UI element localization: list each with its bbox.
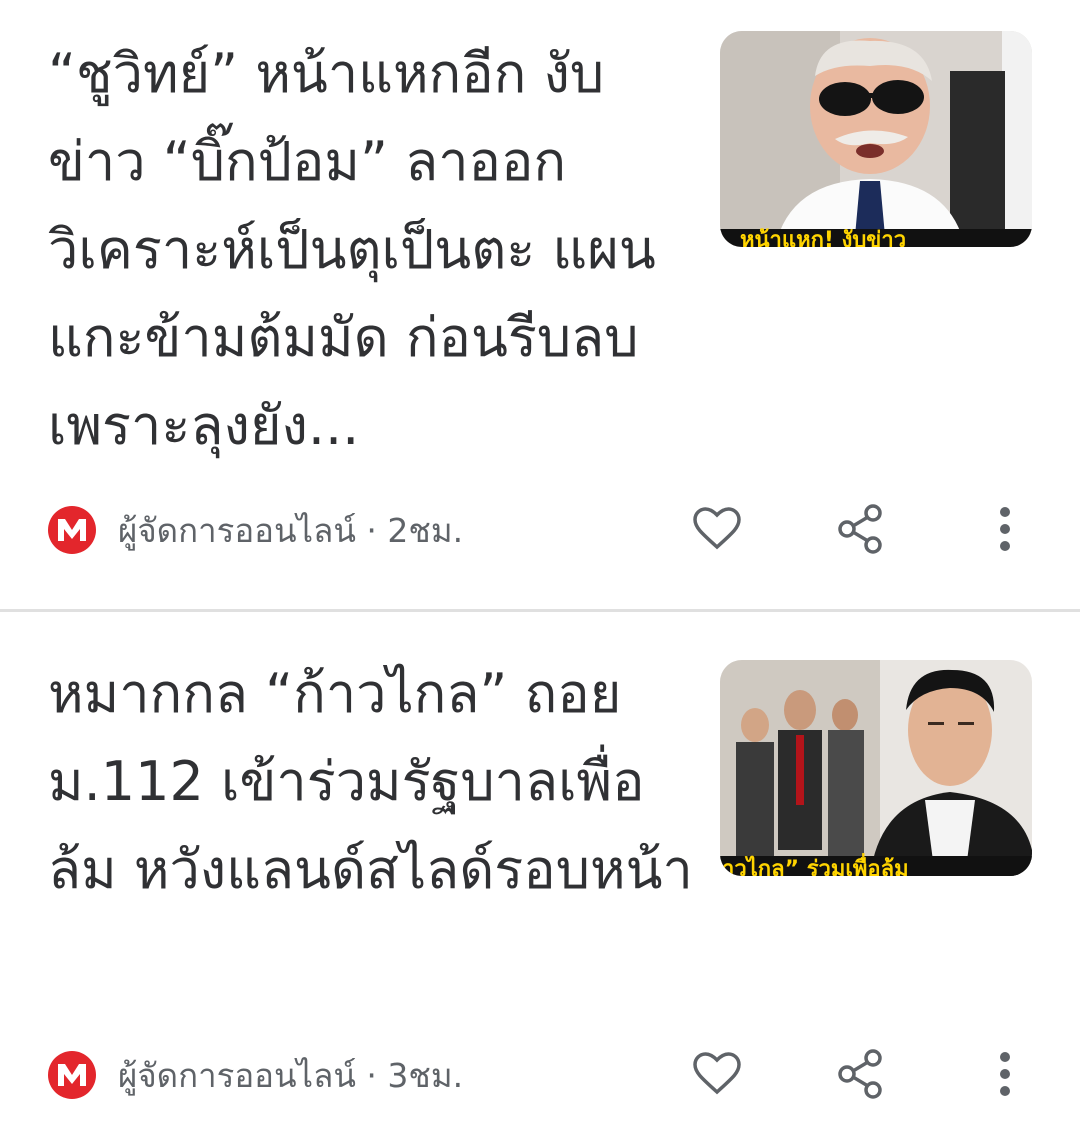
headline[interactable]: หมากกล “ก้าวไกล” ถอย ม.112 เข้าร่วมรัฐบา… <box>48 650 698 914</box>
share-icon <box>838 1049 882 1099</box>
thumbnail-image[interactable]: าวไกล” ร่วมเพื่อล้ม <box>720 660 1032 876</box>
thumbnail-image[interactable]: หน้าแหก! งับข่าว <box>720 31 1032 247</box>
news-card[interactable]: “ชูวิทย์” หน้าแหกอีก งับข่าว “บิ๊กป้อม” … <box>0 0 1080 610</box>
like-button[interactable] <box>687 1044 747 1104</box>
more-options-button[interactable] <box>975 499 1035 559</box>
meta-separator: · <box>366 510 377 550</box>
publish-time: 2ชม. <box>387 510 464 550</box>
share-button[interactable] <box>830 499 890 559</box>
more-vert-icon <box>1000 1052 1010 1096</box>
publish-time: 3ชม. <box>387 1055 464 1095</box>
news-card[interactable]: หมากกล “ก้าวไกล” ถอย ม.112 เข้าร่วมรัฐบา… <box>0 612 1080 1148</box>
article-meta[interactable]: ผู้จัดการออนไลน์ · 2ชม. <box>48 502 463 558</box>
heart-outline-icon <box>693 507 741 550</box>
share-icon <box>838 504 882 554</box>
svg-text:หน้าแหก! งับข่าว: หน้าแหก! งับข่าว <box>740 228 906 247</box>
publisher-logo <box>48 506 96 554</box>
like-button[interactable] <box>687 499 747 559</box>
share-button[interactable] <box>830 1044 890 1104</box>
publisher-name: ผู้จัดการออนไลน์ <box>118 1055 356 1095</box>
article-meta[interactable]: ผู้จัดการออนไลน์ · 3ชม. <box>48 1047 463 1103</box>
publisher-logo <box>48 1051 96 1099</box>
publisher-name: ผู้จัดการออนไลน์ <box>118 510 356 550</box>
heart-outline-icon <box>693 1052 741 1095</box>
more-vert-icon <box>1000 507 1010 551</box>
meta-separator: · <box>366 1055 377 1095</box>
headline[interactable]: “ชูวิทย์” หน้าแหกอีก งับข่าว “บิ๊กป้อม” … <box>48 30 698 470</box>
more-options-button[interactable] <box>975 1044 1035 1104</box>
